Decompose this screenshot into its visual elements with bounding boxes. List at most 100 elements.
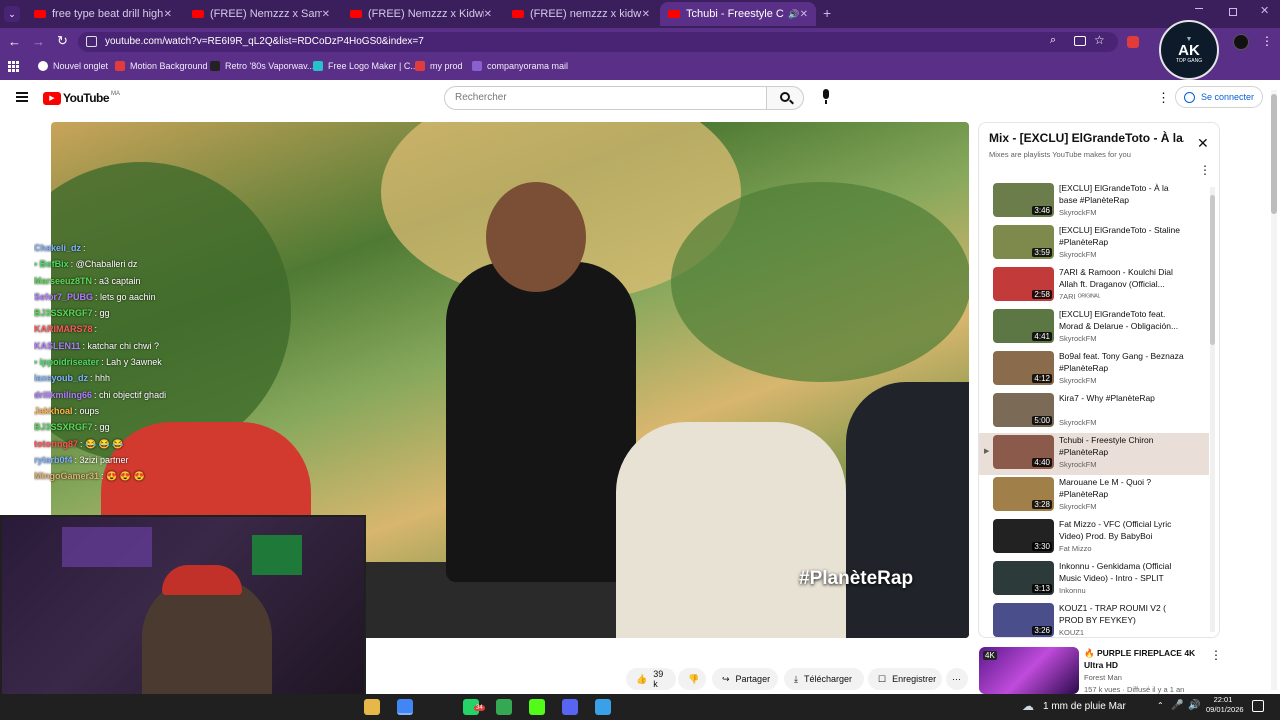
microphone-tray-icon[interactable]: 🎤 [1171, 700, 1183, 711]
scrollbar-thumb[interactable] [1210, 195, 1215, 345]
close-icon[interactable]: ✕ [322, 9, 330, 20]
playlist-menu-icon[interactable]: ⋮ [1199, 163, 1211, 177]
playlist-thumbnail[interactable]: 3:59 [993, 225, 1054, 259]
playlist-thumbnail[interactable]: 3:13 [993, 561, 1054, 595]
apps-grid-icon[interactable] [8, 61, 19, 72]
weather-icon[interactable]: ☁ [1022, 699, 1036, 713]
volume-icon[interactable]: 🔊 [1188, 700, 1200, 711]
playlist-item[interactable]: 4:41 [EXCLU] ElGrandeToto feat. Morad & D… [979, 307, 1209, 349]
playlist-item[interactable]: ▶ 4:40 Tchubi - Freestyle Chiron #PlanèteR… [979, 433, 1209, 475]
maximize-button[interactable] [1229, 8, 1237, 16]
signin-button[interactable]: Se connecter [1175, 86, 1263, 108]
playlist-thumbnail[interactable]: 3:46 [993, 183, 1054, 217]
playlist-item[interactable]: 2:58 7ARI & Ramoon - Koulchi Dial Allah f… [979, 265, 1209, 307]
folder-icon[interactable] [364, 699, 380, 715]
playlist-thumbnail[interactable]: 3:30 [993, 519, 1054, 553]
playlist-thumbnail[interactable]: 3:28 [993, 477, 1054, 511]
suggestion-menu-icon[interactable]: ⋮ [1210, 648, 1222, 662]
playlist-item[interactable]: 3:46 [EXCLU] ElGrandeToto - À la base #Pl… [979, 181, 1209, 223]
bookmark-item[interactable]: Nouvel onglet [38, 61, 108, 71]
close-icon[interactable]: ✕ [164, 9, 172, 20]
share-button[interactable]: ↪ Partager [712, 668, 778, 690]
playlist-thumbnail[interactable]: 5:00 [993, 393, 1054, 427]
suggestion-title[interactable]: 🔥 PURPLE FIREPLACE 4K Ultra HD [1084, 647, 1206, 671]
playlist-thumbnail[interactable]: 2:58 [993, 267, 1054, 301]
hamburger-menu-icon[interactable] [16, 92, 28, 102]
notification-icon[interactable] [1252, 700, 1264, 712]
tab-search-button[interactable]: ⌄ [4, 6, 20, 22]
playlist-item[interactable]: 4:12 Bo9al feat. Tony Gang - Beznaza #Pla… [979, 349, 1209, 391]
extension-icon[interactable] [1127, 36, 1139, 48]
dislike-button[interactable]: 👎 [678, 668, 706, 690]
more-actions-button[interactable]: ⋯ [946, 668, 968, 690]
app-icon[interactable] [595, 699, 611, 715]
bookmark-item[interactable]: Retro '80s Vaporwav... [210, 61, 314, 71]
discord-icon[interactable] [562, 699, 578, 715]
tab-0[interactable]: free type beat drill high - YouTu✕ [26, 2, 180, 26]
playlist-item[interactable]: 5:00 Kira7 - Why #PlanèteRap SkyrockFM [979, 391, 1209, 433]
window-close-button[interactable]: ✕ [1260, 4, 1269, 17]
chrome-icon[interactable] [397, 699, 413, 715]
save-button[interactable]: ☐ Enregistrer [868, 668, 942, 690]
bookmark-item[interactable]: my prod [415, 61, 463, 71]
tab-1[interactable]: (FREE) Nemzzz x Sample x Hoo✕ [184, 2, 338, 26]
bookmark-star-icon[interactable]: ☆ [1094, 33, 1105, 47]
back-icon[interactable]: ← [8, 34, 21, 49]
clock[interactable]: 22:01 09/01/2026 [1206, 695, 1244, 715]
forward-icon[interactable]: → [32, 34, 45, 49]
close-icon[interactable]: ✕ [1197, 135, 1209, 152]
page-scrollbar[interactable] [1271, 90, 1277, 690]
bookmark-item[interactable]: Motion Background [115, 61, 208, 71]
suggestion-channel[interactable]: Forest Man [1084, 673, 1122, 682]
page-scrollbar-thumb[interactable] [1271, 94, 1277, 214]
youtube-logo[interactable]: ▶ YouTube MA [43, 91, 120, 105]
speaker-icon[interactable]: 🔊 [788, 9, 799, 20]
playlist-thumbnail[interactable]: 4:40 [993, 435, 1054, 469]
suggestion-meta: 157 k vues · Diffusé il y a 1 an [1084, 685, 1185, 694]
video-watermark: #PlanèteRap [799, 568, 914, 589]
windows-taskbar: 34 ☁ 1 mm de pluie Mar ⌃ 🎤 🔊 22:01 09/01… [0, 694, 1280, 720]
playlist-thumbnail[interactable]: 4:12 [993, 351, 1054, 385]
avatar[interactable] [1233, 34, 1249, 50]
tab-4[interactable]: Tchubi - Freestyle Chiron # 🔊✕ [660, 2, 816, 26]
close-icon[interactable]: ✕ [800, 9, 808, 20]
like-button[interactable]: 👍 39 k [626, 668, 676, 690]
site-info-icon[interactable] [86, 36, 97, 47]
playlist-item[interactable]: 3:30 Fat Mizzo - VFC (Official Lyric Vide… [979, 517, 1209, 559]
obs-icon[interactable] [430, 699, 446, 715]
playlist-thumbnail[interactable]: 4:41 [993, 309, 1054, 343]
minimize-button[interactable] [1195, 8, 1203, 9]
playlist-item[interactable]: 3:28 Marouane Le M - Quoi ? #PlanèteRap Sk… [979, 475, 1209, 517]
tray-chevron-icon[interactable]: ⌃ [1157, 701, 1164, 710]
kick-icon[interactable] [529, 699, 545, 715]
download-button[interactable]: ⤓ Télécharger [784, 668, 864, 690]
weather-text[interactable]: 1 mm de pluie Mar [1043, 701, 1126, 712]
reload-icon[interactable]: ↻ [57, 33, 68, 49]
playlist-thumbnail[interactable]: 3:26 [993, 603, 1054, 637]
suggestion-thumbnail[interactable]: 4K [979, 647, 1079, 694]
tab-2[interactable]: (FREE) Nemzzz x Kidwild x Hoo✕ [342, 2, 500, 26]
close-icon[interactable]: ✕ [484, 9, 492, 20]
microphone-icon[interactable] [819, 88, 833, 106]
chrome-icon[interactable] [496, 699, 512, 715]
chat-username: Iaxeyoub_dz [34, 373, 89, 384]
new-tab-button[interactable]: + [823, 6, 831, 20]
scrollbar-track[interactable] [1210, 187, 1215, 632]
playlist-item[interactable]: 3:59 [EXCLU] ElGrandeToto - Staline #Plan… [979, 223, 1209, 265]
zoom-icon[interactable]: ⌕ [1050, 34, 1056, 47]
playlist-item[interactable]: 3:13 Inkonnu - Genkidama (Official Music … [979, 559, 1209, 601]
playlist-item[interactable]: 3:26 KOUZ1 - TRAP ROUMI V2 ( PROD BY FEYK… [979, 601, 1209, 637]
search-input[interactable]: Rechercher [444, 86, 767, 110]
tab-3[interactable]: (FREE) nemzzz x kidwild type be✕ [504, 2, 658, 26]
url-text[interactable]: youtube.com/watch?v=RE6I9R_qL2Q&list=RDC… [105, 36, 424, 47]
menu-kebab-icon[interactable]: ⋮ [1261, 34, 1273, 48]
settings-kebab-icon[interactable]: ⋮ [1157, 90, 1170, 106]
chat-message: KARIMARS78: [34, 321, 244, 337]
bookmark-item[interactable]: companyorama mail [472, 61, 568, 71]
address-bar[interactable]: youtube.com/watch?v=RE6I9R_qL2Q&list=RDC… [78, 32, 1118, 52]
playlist-item-title: [EXCLU] ElGrandeToto feat. Morad & Delar… [1059, 309, 1179, 331]
close-icon[interactable]: ✕ [642, 9, 650, 20]
bookmark-item[interactable]: Free Logo Maker | C... [313, 61, 418, 71]
cast-icon[interactable] [1074, 36, 1086, 46]
search-button[interactable] [766, 86, 804, 110]
